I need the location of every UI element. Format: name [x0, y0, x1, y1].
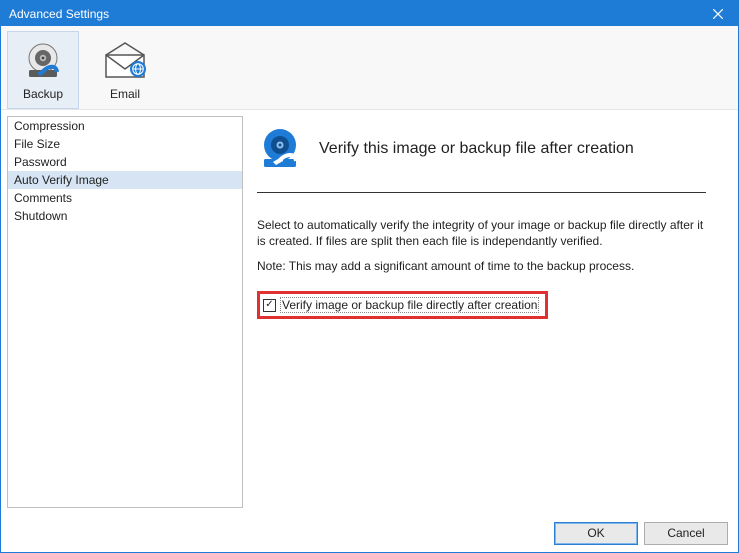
ok-button[interactable]: OK — [554, 522, 638, 545]
window-title: Advanced Settings — [9, 7, 109, 21]
email-icon — [101, 39, 149, 83]
content-description: Select to automatically verify the integ… — [257, 217, 706, 249]
ribbon-tab-label: Email — [110, 87, 140, 101]
content-header: Verify this image or backup file after c… — [257, 126, 706, 193]
content-note: Note: This may add a significant amount … — [257, 259, 706, 273]
dialog-window: Advanced Settings Backup — [0, 0, 739, 553]
sidebar-item-compression[interactable]: Compression — [8, 117, 242, 135]
ribbon-tab-backup[interactable]: Backup — [7, 31, 79, 109]
highlight-box: Verify image or backup file directly aft… — [257, 291, 548, 319]
verify-checkbox-label[interactable]: Verify image or backup file directly aft… — [280, 297, 539, 313]
verify-disk-icon — [257, 126, 303, 172]
backup-disk-icon — [19, 39, 67, 83]
sidebar-item-auto-verify-image[interactable]: Auto Verify Image — [8, 171, 242, 189]
ribbon-toolbar: Backup Email — [1, 26, 738, 110]
settings-list: Compression File Size Password Auto Veri… — [7, 116, 243, 508]
close-button[interactable] — [698, 1, 738, 26]
sidebar-item-comments[interactable]: Comments — [8, 189, 242, 207]
titlebar: Advanced Settings — [1, 1, 738, 26]
close-icon — [713, 9, 723, 19]
ribbon-tab-email[interactable]: Email — [89, 31, 161, 109]
sidebar-item-file-size[interactable]: File Size — [8, 135, 242, 153]
sidebar-item-shutdown[interactable]: Shutdown — [8, 207, 242, 225]
sidebar-item-password[interactable]: Password — [8, 153, 242, 171]
dialog-body: Compression File Size Password Auto Veri… — [1, 110, 738, 514]
content-title: Verify this image or backup file after c… — [319, 140, 634, 158]
cancel-button[interactable]: Cancel — [644, 522, 728, 545]
ribbon-tab-label: Backup — [23, 87, 63, 101]
dialog-footer: OK Cancel — [1, 514, 738, 552]
content-panel: Verify this image or backup file after c… — [253, 116, 732, 508]
verify-checkbox[interactable] — [263, 299, 276, 312]
